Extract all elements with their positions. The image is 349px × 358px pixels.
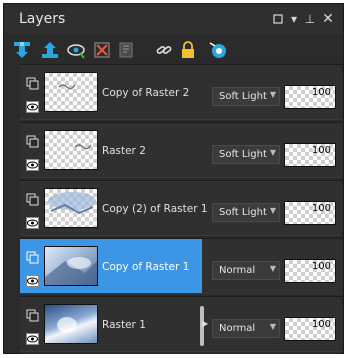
restore-icon[interactable]: [270, 12, 286, 27]
opacity-value: 100: [311, 261, 331, 272]
opacity-field[interactable]: 100: [284, 85, 336, 109]
layer-thumbnail: [44, 72, 98, 112]
blend-mode-dropdown[interactable]: Soft Light ▼: [212, 145, 280, 164]
opacity-field[interactable]: 100: [284, 259, 336, 283]
layer-thumbnail: [44, 188, 98, 228]
blend-mode-value: Soft Light: [219, 91, 267, 102]
close-icon[interactable]: ✕: [320, 12, 336, 26]
layer-thumbnail: [44, 304, 98, 344]
layer-controls: Soft Light ▼ 100: [206, 181, 342, 235]
chevron-down-icon: ▼: [269, 322, 276, 331]
opacity-value: 100: [311, 87, 331, 98]
layer-row-copy-2-of-raster-1[interactable]: Copy (2) of Raster 1 Soft Light ▼ 100: [20, 180, 342, 236]
layer-group-icon[interactable]: [26, 133, 39, 148]
blend-mode-value: Normal: [219, 323, 256, 334]
opacity-value: 100: [311, 319, 331, 330]
layer-row-name-area[interactable]: Copy (2) of Raster 1: [20, 181, 208, 235]
layer-controls: Soft Light ▼ 100: [206, 123, 342, 177]
layer-name: Copy of Raster 1: [102, 261, 190, 273]
layer-controls: Soft Light ▼ 100: [206, 65, 342, 119]
mask-icon[interactable]: [208, 40, 228, 60]
layer-row-name-area[interactable]: Raster 2: [20, 123, 202, 177]
visibility-toggle-icon[interactable]: [66, 40, 86, 60]
delete-layer-icon[interactable]: [92, 40, 112, 60]
layer-list: Copy of Raster 2 Soft Light ▼ 100 Raster…: [20, 60, 342, 354]
blend-mode-dropdown[interactable]: Soft Light ▼: [212, 87, 280, 106]
title-bar: Layers ▾ ⊥ ✕: [4, 4, 343, 34]
visibility-eye-icon[interactable]: [26, 330, 39, 345]
link-icon[interactable]: [154, 40, 174, 60]
layer-name: Raster 1: [102, 319, 146, 331]
layer-properties-icon[interactable]: [116, 40, 136, 60]
opacity-value: 100: [311, 145, 331, 156]
layer-row-name-area[interactable]: Copy of Raster 2: [20, 65, 202, 119]
dropdown-icon[interactable]: ▾: [286, 12, 302, 26]
lock-icon[interactable]: [178, 40, 198, 60]
chevron-right-icon[interactable]: ▶: [202, 319, 208, 328]
panel-title: Layers: [19, 11, 66, 27]
opacity-field[interactable]: 100: [284, 317, 336, 341]
layer-row-raster-2[interactable]: Raster 2 Soft Light ▼ 100: [20, 122, 342, 178]
layer-group-icon[interactable]: [26, 249, 39, 264]
layer-group-icon[interactable]: [26, 191, 39, 206]
blend-mode-dropdown[interactable]: Soft Light ▼: [212, 203, 280, 222]
layer-thumbnail: [44, 130, 98, 170]
layer-controls: Normal ▼ 100: [206, 297, 342, 351]
new-vector-layer-icon[interactable]: [40, 40, 60, 60]
visibility-eye-icon[interactable]: [26, 214, 39, 229]
layer-name: Copy of Raster 2: [102, 87, 190, 99]
new-raster-layer-icon[interactable]: [12, 40, 32, 60]
opacity-value: 100: [311, 203, 331, 214]
layers-panel: Layers ▾ ⊥ ✕ Copy of Raster 2 Soft Light…: [3, 3, 344, 354]
visibility-eye-icon[interactable]: [26, 98, 39, 113]
blend-mode-dropdown[interactable]: Normal ▼: [212, 261, 280, 280]
pin-icon[interactable]: ⊥: [302, 12, 318, 26]
blend-mode-value: Normal: [219, 265, 256, 276]
layer-row-name-area[interactable]: Raster 1: [20, 297, 202, 351]
chevron-down-icon: ▼: [269, 264, 276, 273]
layer-row-name-area[interactable]: Copy of Raster 1: [20, 239, 202, 293]
chevron-down-icon: ▼: [269, 206, 276, 215]
layer-thumbnail: [44, 246, 98, 286]
layer-name: Raster 2: [102, 145, 146, 157]
layer-name: Copy (2) of Raster 1: [102, 203, 208, 215]
blend-mode-value: Soft Light: [219, 207, 267, 218]
blend-mode-value: Soft Light: [219, 149, 267, 160]
layer-row-copy-of-raster-1[interactable]: Copy of Raster 1 Normal ▼ 100: [20, 238, 342, 294]
chevron-down-icon: ▼: [269, 148, 276, 157]
layer-row-copy-of-raster-2[interactable]: Copy of Raster 2 Soft Light ▼ 100: [20, 64, 342, 120]
visibility-eye-icon[interactable]: [26, 156, 39, 171]
layer-group-icon[interactable]: [26, 307, 39, 322]
layer-row-raster-1[interactable]: Raster 1 Normal ▼ 100: [20, 296, 342, 352]
layer-group-icon[interactable]: [26, 75, 39, 90]
opacity-field[interactable]: 100: [284, 143, 336, 167]
opacity-field[interactable]: 100: [284, 201, 336, 225]
chevron-down-icon: ▼: [269, 90, 276, 99]
visibility-eye-icon[interactable]: [26, 272, 39, 287]
layer-controls: Normal ▼ 100: [206, 239, 342, 293]
blend-mode-dropdown[interactable]: Normal ▼: [212, 319, 280, 338]
